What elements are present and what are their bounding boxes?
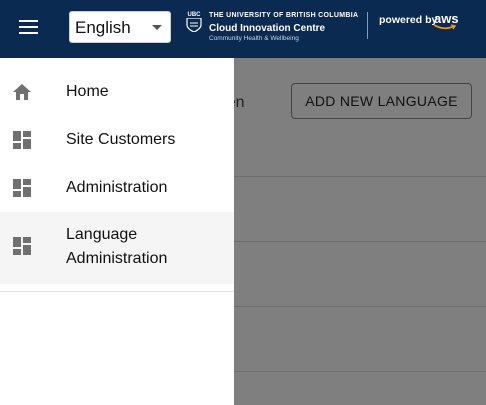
- drawer-divider: [0, 291, 234, 292]
- drawer-item-site-customers[interactable]: Site Customers: [0, 116, 234, 164]
- dashboard-icon: [13, 179, 31, 197]
- chevron-down-icon: [152, 25, 162, 30]
- drawer-item-language-administration[interactable]: Language Administration: [0, 212, 234, 284]
- language-select-value: English: [75, 18, 131, 37]
- ubc-crest-logo: UBC: [186, 12, 202, 32]
- header-divider: [367, 12, 368, 39]
- dashboard-icon: [13, 131, 31, 149]
- drawer-item-label: Administration: [66, 179, 168, 196]
- drawer-item-label: Site Customers: [66, 131, 176, 148]
- dashboard-icon: [13, 237, 31, 255]
- ubc-title: THE UNIVERSITY OF BRITISH COLUMBIA: [209, 12, 359, 19]
- drawer-item-label: Home: [66, 83, 109, 100]
- drawer-item-home[interactable]: Home: [0, 68, 234, 116]
- aws-smile-icon: [433, 24, 457, 30]
- drawer-item-label-line1: Language: [66, 226, 138, 243]
- app-bar: English UBC THE UNIVERSITY OF BRITISH CO…: [0, 0, 486, 58]
- drawer-item-label-line2: Administration: [66, 250, 168, 267]
- powered-by-text: powered by: [379, 14, 438, 26]
- ubc-subtitle: Cloud Innovation Centre: [209, 23, 326, 34]
- home-icon: [13, 84, 31, 100]
- language-select[interactable]: English: [69, 11, 171, 43]
- navigation-drawer: Home Site Customers Administration Langu…: [0, 58, 234, 405]
- hamburger-menu-icon[interactable]: [19, 18, 41, 36]
- drawer-item-administration[interactable]: Administration: [0, 164, 234, 212]
- ubc-tagline: Community Health & Wellbeing: [209, 35, 299, 42]
